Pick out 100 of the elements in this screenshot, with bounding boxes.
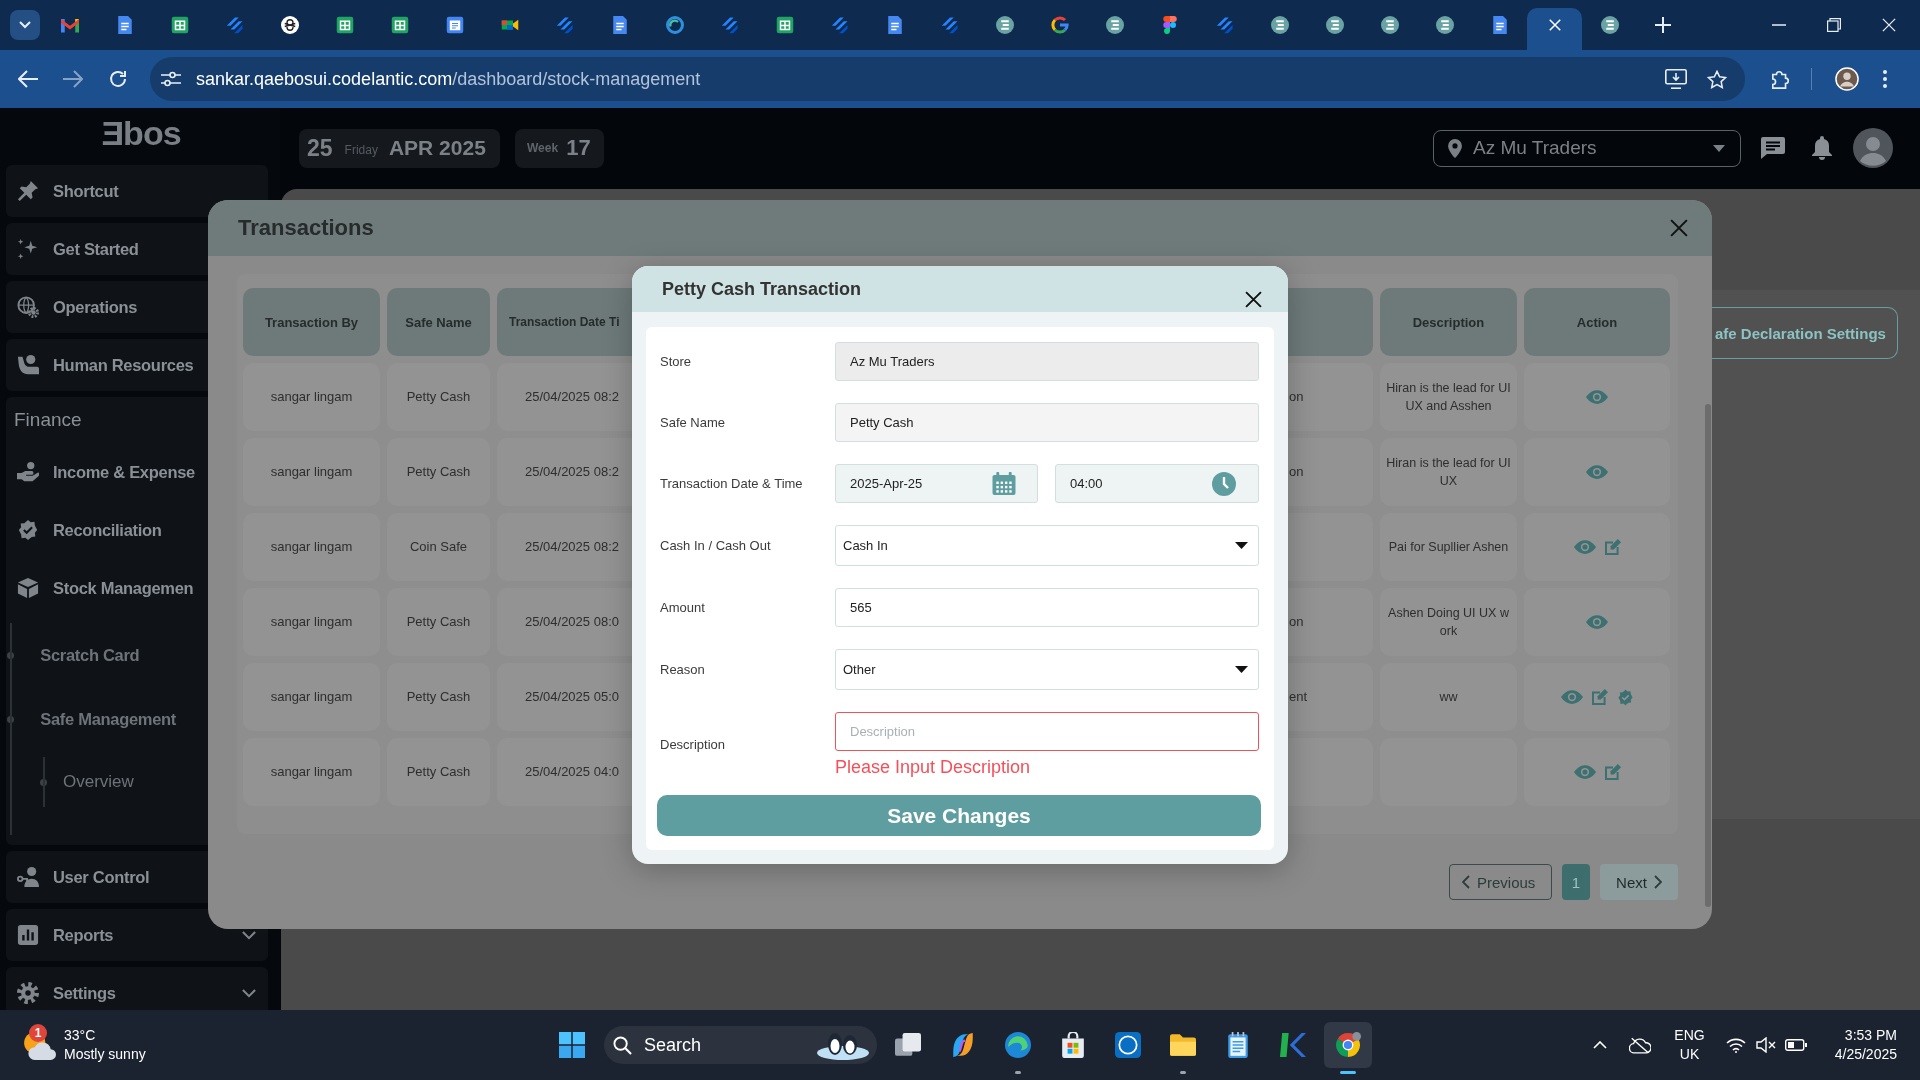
four-panes-icon[interactable] [559, 1032, 585, 1058]
scrollbar[interactable] [1705, 404, 1711, 907]
overlapping-squares-icon[interactable] [895, 1032, 921, 1058]
language-label[interactable]: ENG [1674, 1026, 1705, 1045]
stripes-icon[interactable] [830, 16, 849, 34]
bullet-icon [6, 651, 14, 659]
stripes-icon[interactable] [225, 16, 244, 34]
address-bar[interactable]: sankar.qaebosui.codelantic.com/dashboard/stock-management [150, 57, 1745, 101]
sidebar-item[interactable]: Income & Expense [6, 443, 208, 501]
install-app-icon[interactable] [1665, 69, 1687, 89]
save-button[interactable]: Save Changes [657, 795, 1261, 836]
input-field[interactable]: 565 [835, 588, 1259, 627]
knot-icon[interactable] [280, 16, 299, 34]
badge-check-icon[interactable] [1616, 688, 1634, 706]
document-icon[interactable] [115, 16, 134, 34]
region-label[interactable]: UK [1679, 1045, 1700, 1064]
avatar-icon[interactable] [1853, 128, 1893, 168]
wave-circle-icon[interactable] [1005, 1032, 1031, 1058]
ring-tile-icon[interactable] [1115, 1032, 1141, 1058]
stripes-icon[interactable] [940, 16, 959, 34]
time-field[interactable]: 04:00 [1055, 464, 1259, 503]
tab-search-button[interactable] [10, 10, 40, 40]
battery-icon[interactable] [1784, 1039, 1807, 1051]
ribbon-icon[interactable] [950, 1032, 976, 1058]
tricolor-circle-icon[interactable] [1335, 1032, 1361, 1058]
chevron-mark-icon[interactable] [1280, 1032, 1306, 1058]
restore-icon[interactable] [1826, 18, 1841, 32]
site-settings-icon[interactable] [161, 71, 181, 87]
stripes-icon[interactable] [720, 16, 739, 34]
cloud-off-icon[interactable] [1629, 1036, 1652, 1054]
bars-circle-icon[interactable] [1600, 16, 1619, 34]
store-selector[interactable]: Az Mu Traders [1433, 129, 1741, 167]
sidebar-item[interactable]: Overview [6, 757, 208, 807]
minimize-icon[interactable] [1771, 24, 1786, 26]
sidebar-item[interactable]: Reports [6, 909, 268, 961]
page-button[interactable]: 1 [1562, 864, 1590, 900]
input-field[interactable]: Description [835, 712, 1259, 751]
sidebar-item[interactable]: Safe Management [6, 687, 208, 751]
clock-time[interactable]: 3:53 PM [1844, 1026, 1897, 1045]
document-icon[interactable] [885, 16, 904, 34]
next-button[interactable]: Next [1600, 864, 1678, 900]
forward-icon[interactable] [62, 70, 83, 88]
star-icon[interactable] [1707, 69, 1727, 89]
sidebar-item[interactable]: Operations [6, 281, 208, 333]
input-field[interactable]: Petty Cash [835, 403, 1259, 442]
sidebar-item[interactable]: Reconciliation [6, 501, 208, 559]
taskbar-button[interactable] [1324, 1022, 1372, 1068]
bars-circle-icon[interactable] [1435, 16, 1454, 34]
bars-circle-icon[interactable] [1380, 16, 1399, 34]
swirl-icon[interactable] [665, 16, 684, 34]
browser-tab[interactable] [1527, 8, 1582, 50]
spreadsheet-icon[interactable] [390, 16, 409, 34]
mail-icon[interactable] [60, 16, 79, 34]
taskbar-search-button[interactable]: Search [604, 1026, 877, 1064]
previous-button[interactable]: Previous [1449, 864, 1552, 900]
g-logo-icon[interactable] [1050, 16, 1069, 34]
more-icon[interactable] [1883, 70, 1887, 88]
bars-circle-icon[interactable] [1325, 16, 1344, 34]
document-icon[interactable] [610, 16, 629, 34]
sidebar-item[interactable]: Human Resources [6, 339, 208, 391]
sidebar-item[interactable]: Shortcut [6, 165, 268, 217]
stripes-icon[interactable] [1215, 16, 1234, 34]
month-year-label: APR 2025 [388, 136, 486, 160]
folder-icon[interactable] [1170, 1032, 1196, 1058]
sidebar-item[interactable]: Settings [6, 967, 268, 1010]
reload-icon[interactable] [108, 70, 127, 88]
back-icon[interactable] [17, 70, 38, 88]
notepad-icon[interactable] [1225, 1032, 1251, 1058]
bars-circle-icon[interactable] [1105, 16, 1124, 34]
spreadsheet-icon[interactable] [775, 16, 794, 34]
new-tab-icon[interactable] [1655, 17, 1671, 33]
table-cell: sangar lingam [243, 663, 380, 731]
wifi-icon[interactable] [1725, 1037, 1746, 1053]
bars-circle-icon[interactable] [995, 16, 1014, 34]
calendar-icon[interactable] [445, 16, 464, 34]
puzzle-icon[interactable] [1771, 69, 1791, 89]
close-icon[interactable] [1245, 290, 1262, 308]
shopping-bag-icon[interactable] [1060, 1032, 1086, 1058]
dropdown-field[interactable]: Other [835, 649, 1259, 690]
stripes-icon[interactable] [555, 16, 574, 34]
sidebar-item[interactable]: Scratch Card [6, 623, 208, 687]
document-icon[interactable] [1490, 16, 1509, 34]
clock-date[interactable]: 4/25/2025 [1834, 1045, 1897, 1064]
bell-icon[interactable] [1812, 136, 1832, 160]
shapes-icon[interactable] [1160, 16, 1179, 34]
chat-icon[interactable] [1761, 137, 1785, 159]
spreadsheet-icon[interactable] [335, 16, 354, 34]
date-field[interactable]: 2025-Apr-25 [835, 464, 1038, 503]
clock-icon[interactable] [1212, 471, 1236, 496]
spreadsheet-icon[interactable] [170, 16, 189, 34]
weather-condition: Mostly sunny [64, 1045, 146, 1064]
sidebar-item[interactable]: User Control [6, 851, 208, 903]
dropdown-field[interactable]: Cash In [835, 525, 1259, 566]
sidebar-item[interactable]: Get Started [6, 223, 208, 275]
chevron-up-icon[interactable] [1593, 1041, 1608, 1049]
muted-speaker-icon[interactable] [1755, 1037, 1776, 1053]
bars-circle-icon[interactable] [1270, 16, 1289, 34]
profile-avatar-icon[interactable] [1835, 67, 1859, 91]
sidebar-item[interactable]: Stock Managemen [6, 559, 208, 617]
user-icon [17, 354, 39, 376]
